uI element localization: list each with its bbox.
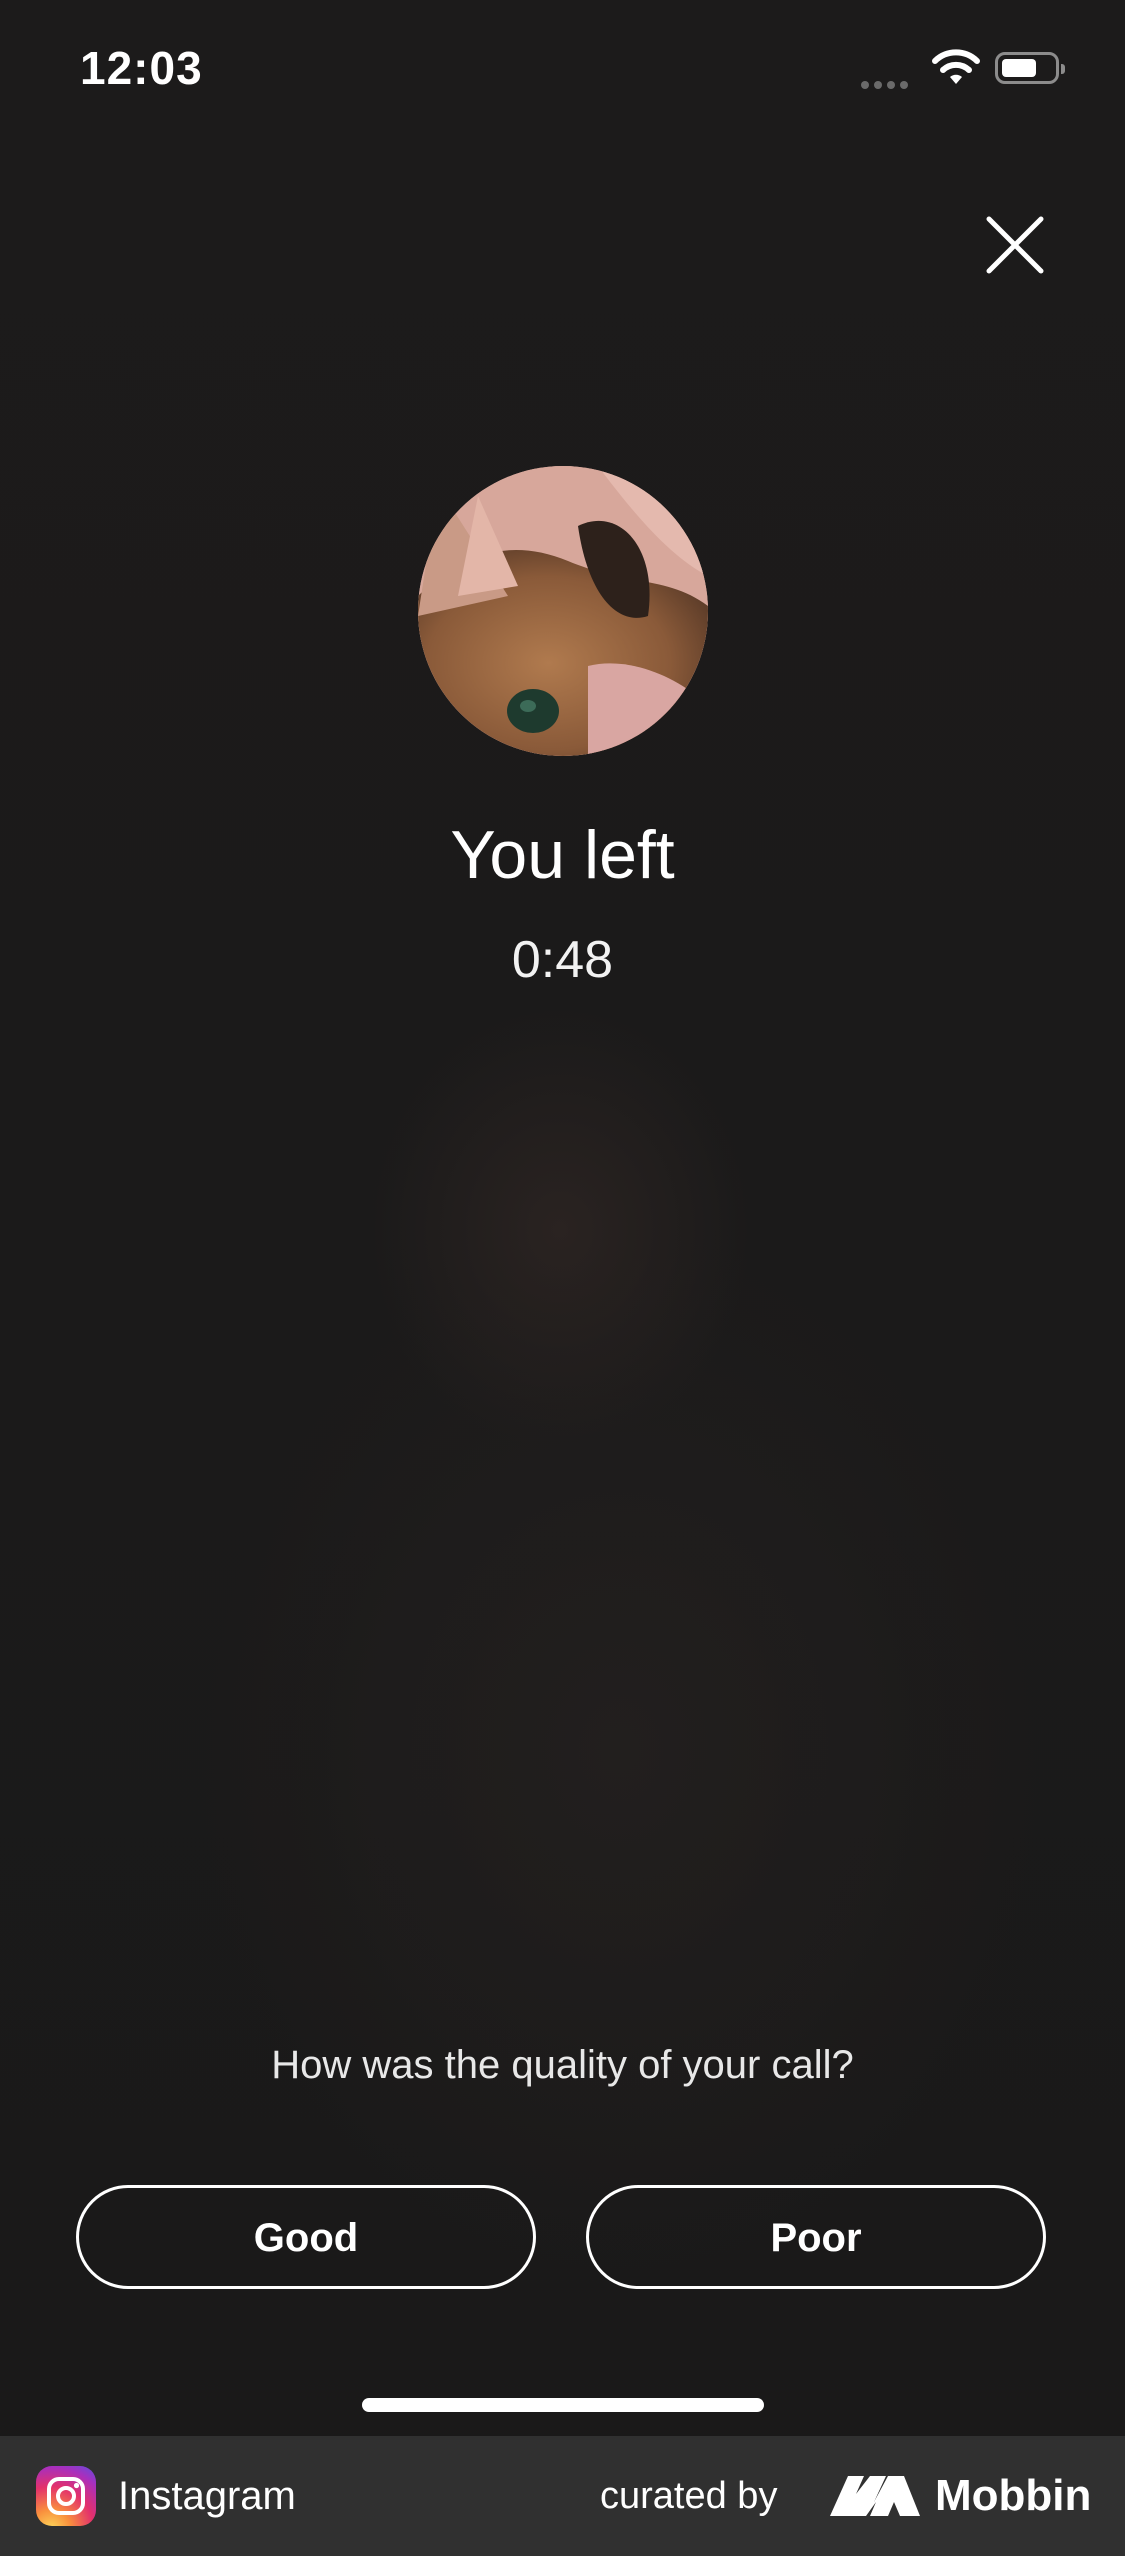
instagram-logo-icon [36, 2466, 96, 2526]
curated-by-label: curated by [600, 2475, 778, 2517]
attribution-footer: Instagram curated by Mobbin [0, 2436, 1125, 2556]
signal-icon [861, 76, 913, 94]
mobbin-logo-icon [830, 2476, 920, 2516]
feedback-question: How was the quality of your call? [271, 2043, 854, 2087]
poor-button[interactable]: Poor [586, 2185, 1046, 2289]
status-icons [861, 48, 1081, 92]
wifi-icon [932, 49, 980, 84]
status-time: 12:03 [80, 42, 203, 94]
close-icon[interactable] [975, 205, 1055, 285]
home-indicator [362, 2398, 764, 2412]
app-name: Instagram [118, 2474, 296, 2518]
good-button[interactable]: Good [76, 2185, 536, 2289]
call-status-title: You left [450, 817, 675, 893]
avatar [418, 466, 708, 756]
call-duration: 0:48 [511, 931, 614, 989]
battery-icon [995, 52, 1065, 84]
brand-name: Mobbin [935, 2471, 1092, 2520]
